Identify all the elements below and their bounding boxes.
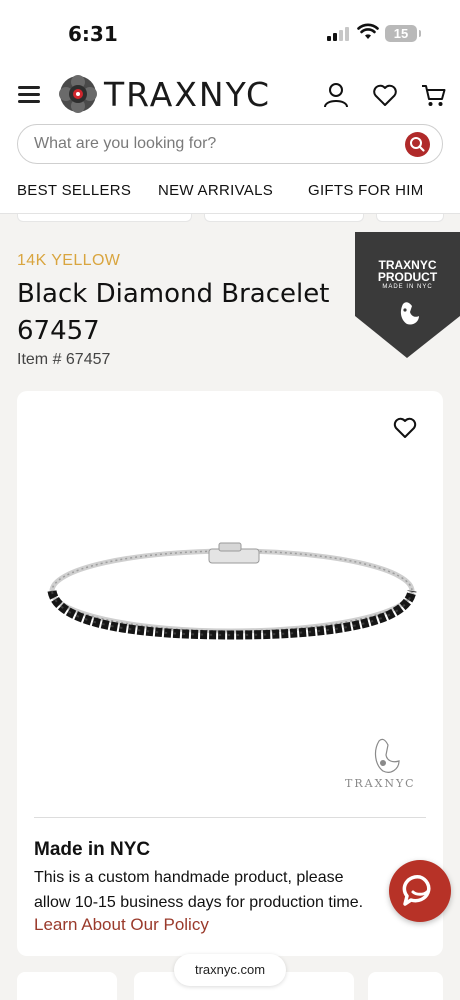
search-icon [410,137,425,152]
nav-best-sellers[interactable]: BEST SELLERS [17,182,131,199]
bracelet-image[interactable] [37,531,427,651]
battery-icon: 15 [385,25,421,42]
made-in-nyc-title: Made in NYC [34,839,151,860]
product-title-line1: Black Diamond Bracelet [17,279,330,309]
chat-icon [402,875,431,906]
account-icon[interactable] [323,82,349,108]
product-image-card: TRAXNYC Made in NYC This is a custom han… [17,391,443,956]
divider [34,817,426,818]
brand-name: TRAXNYC [104,74,272,114]
wishlist-icon[interactable] [372,82,398,108]
badge-line3: MADE IN NYC [382,284,433,290]
metal-type: 14K YELLOW [17,252,121,269]
search-bar [17,124,443,164]
chat-button[interactable] [389,860,451,922]
signal-icon [327,27,351,41]
badge-line2: PRODUCT [377,270,438,284]
logo-emblem-icon [59,75,97,113]
nav-gifts-for-him[interactable]: GIFTS FOR HIM [308,182,424,199]
brand-logo[interactable]: TRAXNYC [58,74,271,114]
add-to-wishlist-icon[interactable] [393,417,417,439]
status-bar: 6:31 15 [0,0,460,62]
item-number: Item # 67457 [17,351,111,368]
policy-link[interactable]: Learn About Our Policy [34,915,209,935]
product-title-line2: 67457 [17,316,100,346]
menu-icon[interactable] [18,86,40,104]
wifi-icon [357,23,379,39]
search-button[interactable] [405,132,430,157]
browser-url[interactable]: traxnyc.com [174,954,286,986]
product-title: Black Diamond Bracelet 67457 [17,276,347,350]
carousel-strip [0,214,460,222]
category-nav: BEST SELLERS NEW ARRIVALS GIFTS FOR HIM [0,180,460,204]
watermark-text: TRAXNYC [345,777,416,790]
nav-new-arrivals[interactable]: NEW ARRIVALS [158,182,273,199]
status-time: 6:31 [68,22,118,46]
cart-icon[interactable] [421,82,447,108]
badge-shape [355,232,460,358]
traxnyc-product-badge: TRAXNYC PRODUCT MADE IN NYC [355,232,460,358]
site-header: TRAXNYC BEST SELLERS NEW ARRIVALS GIFTS … [0,62,460,214]
search-input[interactable] [34,125,394,163]
